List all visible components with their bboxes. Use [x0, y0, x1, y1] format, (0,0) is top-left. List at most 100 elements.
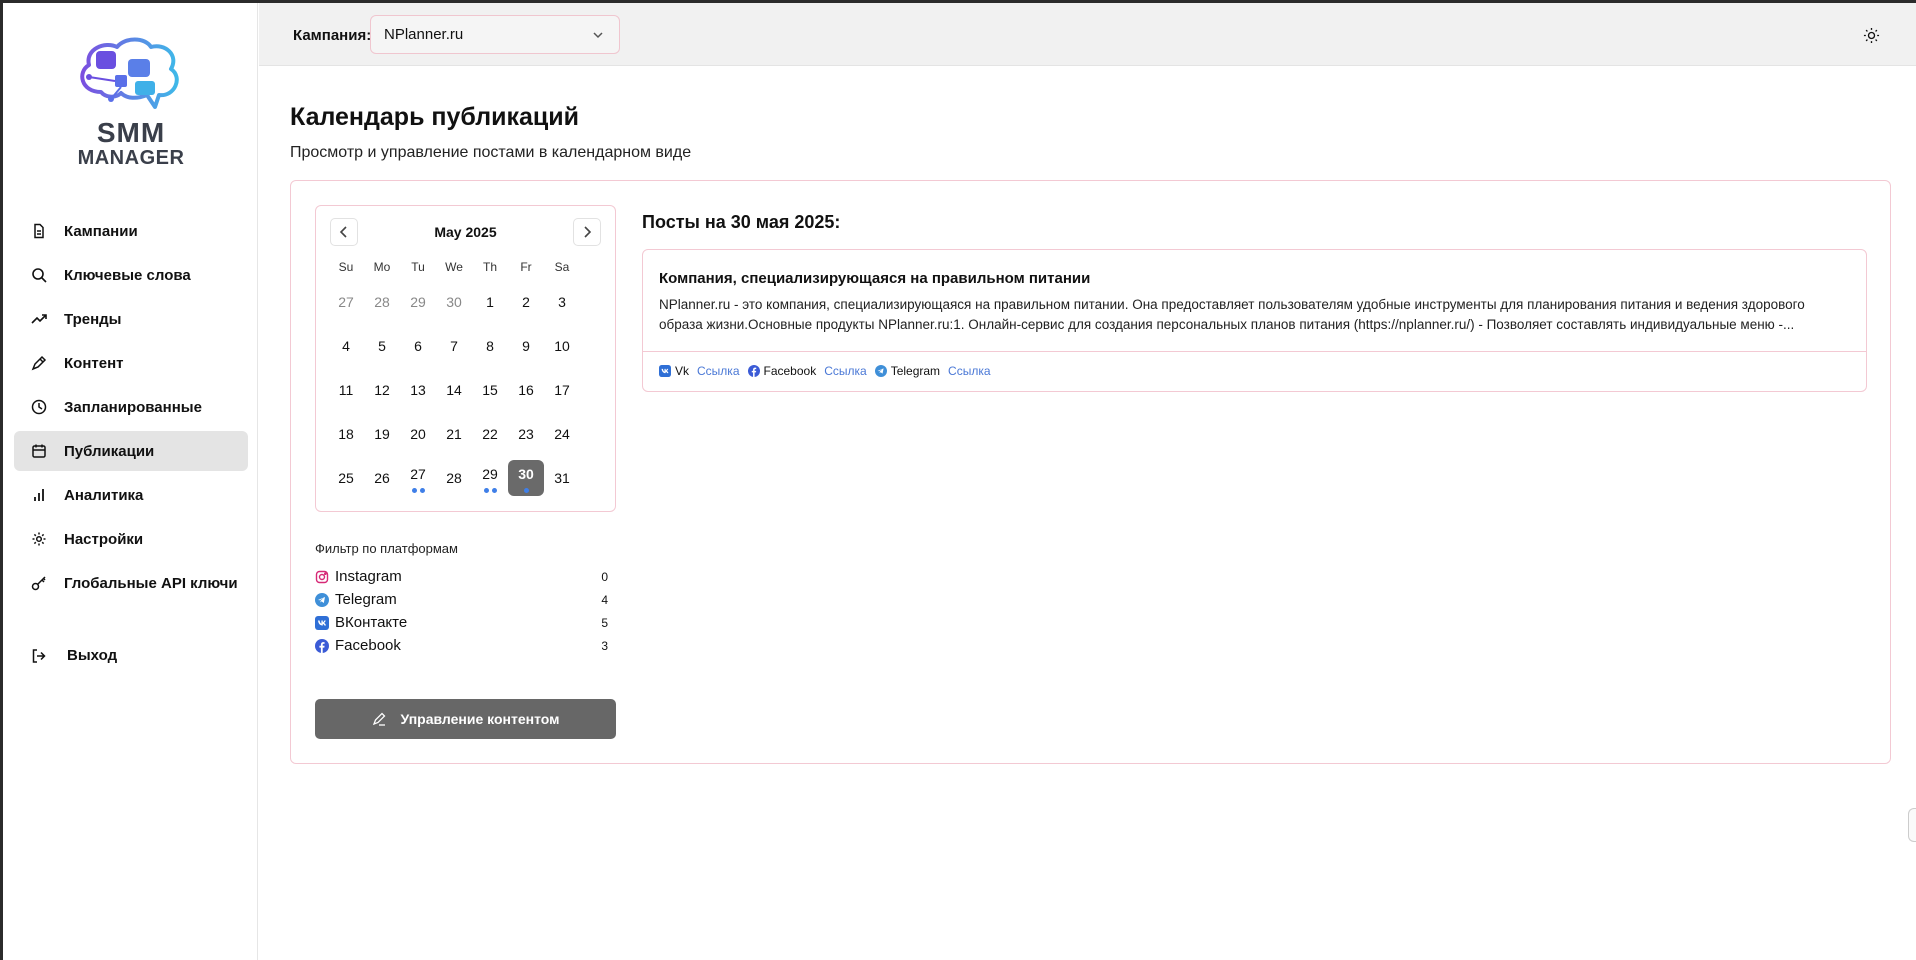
post-platform-telegram: Telegram	[874, 364, 940, 378]
filter-row-facebook[interactable]: Facebook 3	[315, 634, 616, 657]
calendar-day-number: 17	[554, 382, 570, 398]
calendar-day-number: 8	[486, 338, 494, 354]
brand-logo[interactable]: SMM MANAGER	[71, 37, 191, 172]
post-link-vk[interactable]: Ссылка	[697, 364, 739, 378]
calendar-day[interactable]: 26	[364, 460, 400, 496]
calendar-day[interactable]: 21	[436, 416, 472, 452]
sidebar-item-analytics[interactable]: Аналитика	[14, 475, 248, 515]
sidebar-item-label: Контент	[64, 354, 124, 372]
post-platform-facebook: Facebook	[747, 364, 816, 378]
calendar-day-number: 11	[338, 382, 354, 398]
calendar-day[interactable]: 19	[364, 416, 400, 452]
post-platform-links: Vk Ссылка Facebook Ссылка Telegram Ссылк…	[659, 364, 999, 378]
calendar-day[interactable]: 31	[544, 460, 580, 496]
next-month-button[interactable]	[573, 218, 601, 246]
sidebar-item-keywords[interactable]: Ключевые слова	[14, 255, 248, 295]
sidebar-item-api-keys[interactable]: Глобальные API ключи	[14, 563, 248, 603]
calendar-day[interactable]: 29	[472, 460, 508, 496]
filter-row-instagram[interactable]: Instagram 0	[315, 565, 616, 588]
weekday-label: Fr	[520, 260, 532, 274]
calendar-day[interactable]: 2	[508, 284, 544, 320]
calendar-day-number: 22	[482, 426, 498, 442]
calendar-day[interactable]: 8	[472, 328, 508, 364]
chevron-down-icon	[593, 32, 603, 39]
calendar-day-number: 26	[374, 470, 390, 486]
sun-icon[interactable]	[1863, 27, 1880, 44]
vk-icon	[315, 615, 329, 630]
calendar-day-number: 27	[338, 294, 354, 310]
campaign-select[interactable]: NPlanner.ru	[370, 15, 620, 54]
instagram-icon	[315, 570, 329, 584]
calendar-day[interactable]: 13	[400, 372, 436, 408]
calendar-day[interactable]: 18	[328, 416, 364, 452]
brand-line1: SMM	[96, 117, 166, 148]
calendar-day[interactable]: 4	[328, 328, 364, 364]
calendar-grid: Su Mo Tu We Th Fr Sa 27 28 29 30 1 2 3 4 5 6 7 8 9 10 11 12 13…	[328, 258, 604, 496]
calendar-icon	[31, 443, 47, 459]
calendar-day-number: 2	[522, 294, 530, 310]
calendar-day[interactable]: 9	[508, 328, 544, 364]
post-link-telegram[interactable]: Ссылка	[948, 364, 990, 378]
calendar-day[interactable]: 6	[400, 328, 436, 364]
sidebar-item-content[interactable]: Контент	[14, 343, 248, 383]
sidebar-item-label: Тренды	[64, 310, 122, 328]
facebook-icon	[315, 638, 329, 653]
calendar-month-label: May 2025	[434, 224, 497, 240]
filter-row-telegram[interactable]: Telegram 4	[315, 588, 616, 611]
filter-platform-count: 0	[601, 569, 608, 584]
calendar-day[interactable]: 7	[436, 328, 472, 364]
calendar-day-number: 20	[410, 426, 426, 442]
calendar-day[interactable]: 5	[364, 328, 400, 364]
calendar-day[interactable]: 23	[508, 416, 544, 452]
calendar-day[interactable]: 20	[400, 416, 436, 452]
calendar-day[interactable]: 11	[328, 372, 364, 408]
calendar-day[interactable]: 30	[436, 284, 472, 320]
calendar-day[interactable]: 22	[472, 416, 508, 452]
filter-row-vk[interactable]: ВКонтакте 5	[315, 611, 616, 634]
logout-button[interactable]: Выход	[31, 647, 117, 664]
calendar-week-row: 18 19 20 21 22 23 24	[328, 416, 604, 452]
post-indicator-dots	[400, 488, 436, 493]
side-panel-handle[interactable]	[1908, 808, 1916, 842]
calendar-day[interactable]: 1	[472, 284, 508, 320]
post-link-facebook[interactable]: Ссылка	[824, 364, 866, 378]
posts-heading: Посты на 30 мая 2025:	[642, 212, 841, 232]
calendar-day[interactable]: 28	[364, 284, 400, 320]
calendar-day[interactable]: 27	[400, 460, 436, 496]
sidebar-nav: Кампании Ключевые слова Тренды Контент З…	[14, 211, 248, 607]
top-bar: Кампания: NPlanner.ru	[259, 3, 1916, 66]
post-indicator-dot	[411, 488, 417, 493]
calendar-day[interactable]: 25	[328, 460, 364, 496]
post-indicator-dot	[419, 488, 425, 493]
filter-platform-count: 5	[601, 615, 608, 630]
calendar-day[interactable]: 28	[436, 460, 472, 496]
platform-filter-list: Instagram 0 Telegram 4 ВКонтакте 5 Faceb…	[315, 565, 616, 657]
sidebar-item-settings[interactable]: Настройки	[14, 519, 248, 559]
calendar-day[interactable]: 10	[544, 328, 580, 364]
search-icon	[31, 267, 47, 283]
calendar-day[interactable]: 17	[544, 372, 580, 408]
sidebar-item-publications[interactable]: Публикации	[14, 431, 248, 471]
calendar-weekday-row: Su Mo Tu We Th Fr Sa	[328, 258, 604, 276]
calendar-day-number: 15	[482, 382, 498, 398]
calendar-day[interactable]: 14	[436, 372, 472, 408]
calendar-day[interactable]: 3	[544, 284, 580, 320]
manage-content-button[interactable]: Управление контентом	[315, 699, 616, 739]
post-text: NPlanner.ru - это компания, специализиру…	[659, 297, 1805, 332]
sidebar-item-label: Публикации	[64, 442, 155, 460]
sidebar-item-campaigns[interactable]: Кампании	[14, 211, 248, 251]
campaign-select-value: NPlanner.ru	[384, 26, 464, 43]
calendar-day[interactable]: 29	[400, 284, 436, 320]
calendar-day-number: 29	[410, 294, 426, 310]
calendar-day[interactable]: 27	[328, 284, 364, 320]
calendar-day[interactable]: 12	[364, 372, 400, 408]
calendar-day-selected[interactable]: 30	[508, 460, 544, 496]
sidebar-item-scheduled[interactable]: Запланированные	[14, 387, 248, 427]
calendar-day[interactable]: 15	[472, 372, 508, 408]
sidebar-item-trends[interactable]: Тренды	[14, 299, 248, 339]
calendar-day[interactable]: 24	[544, 416, 580, 452]
telegram-icon	[315, 592, 329, 607]
calendar-day-number: 9	[522, 338, 530, 354]
post-card[interactable]: Компания, специализирующаяся на правильн…	[642, 249, 1867, 392]
calendar-day[interactable]: 16	[508, 372, 544, 408]
